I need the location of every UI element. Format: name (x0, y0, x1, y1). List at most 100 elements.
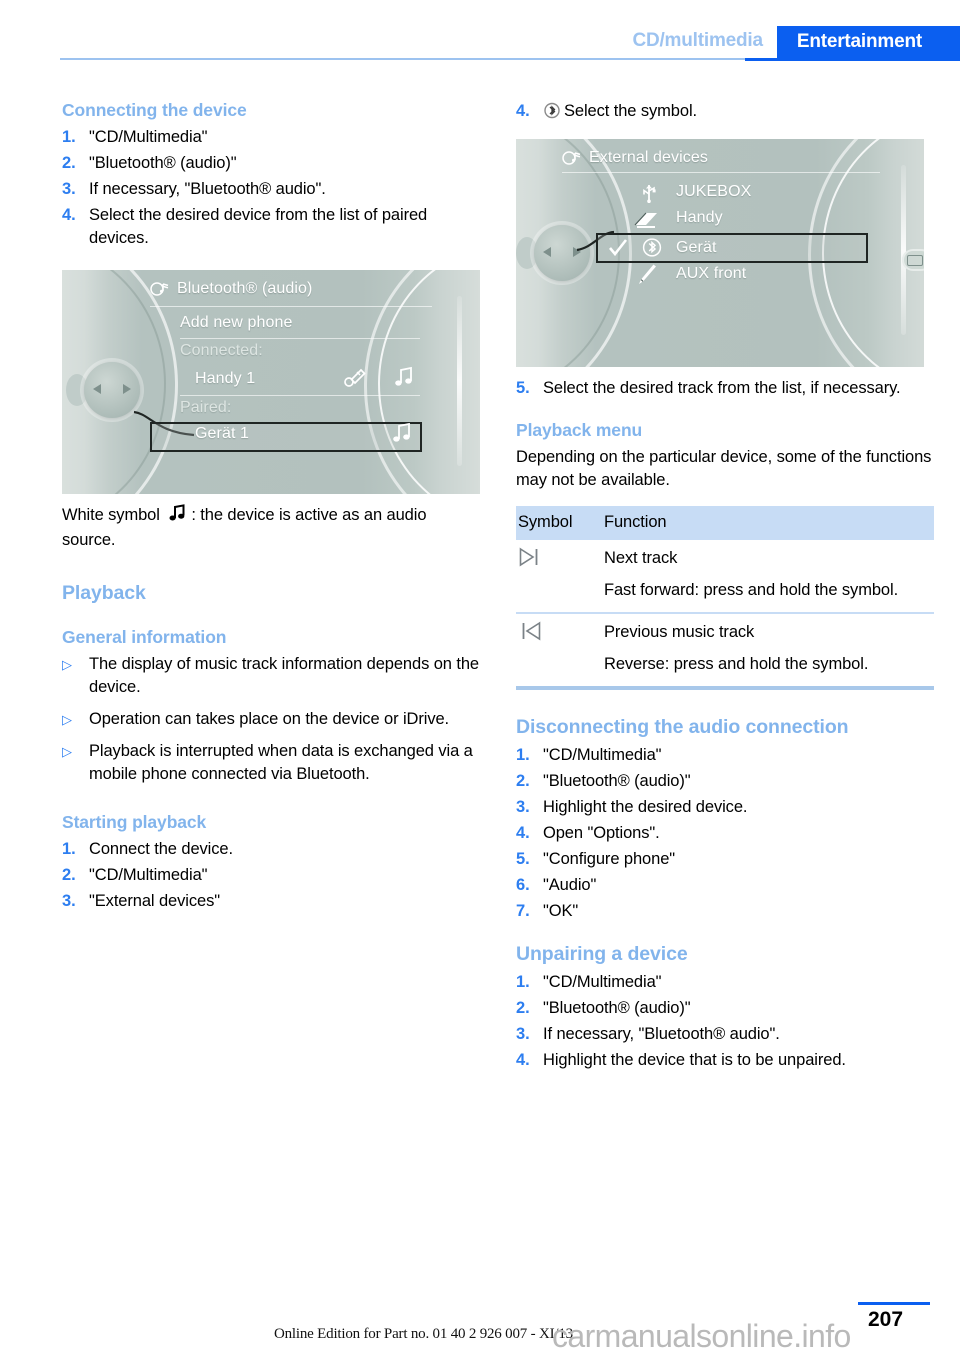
list-text: Select the desired device from the list … (89, 206, 428, 247)
list-text: "CD/Multimedia" (89, 866, 208, 884)
page-number: 207 (868, 1308, 904, 1331)
tab-entertainment[interactable]: Entertainment (776, 26, 960, 58)
screen-row-jukebox[interactable]: JUKEBOX (676, 183, 751, 201)
screen-row-geraet-1: Gerät 1 (195, 425, 250, 442)
heading-starting-playback: Starting playback (62, 812, 207, 832)
table-row: Previous music track Reverse: press and … (516, 613, 934, 688)
list-text: If necessary, "Bluetooth® audio". (89, 180, 326, 198)
usb-icon (643, 185, 656, 203)
list-text: "Bluetooth® (audio)" (89, 154, 237, 172)
list-number: 4. (516, 824, 530, 842)
table-head: Symbol Function (516, 506, 934, 540)
list-number: 2. (62, 154, 76, 172)
page-header: CD/multimedia Entertainment (0, 0, 960, 62)
list-text: "Configure phone" (543, 850, 676, 868)
list-item: 2. "Bluetooth® (audio)" (62, 152, 480, 175)
heading-connecting-the-device: Connecting the device (62, 100, 247, 120)
list-number: 1. (62, 840, 76, 858)
function-cell: Next track Fast forward: press and hold … (604, 540, 934, 613)
white-symbol-note-prefix: White symbol (62, 506, 160, 524)
list-item: ▷ Playback is interrupted when data is e… (62, 740, 480, 786)
list-number: 4. (62, 206, 76, 224)
list-text: "CD/Multimedia" (89, 128, 208, 146)
list-item: 3. If necessary, "Bluetooth® audio". (516, 1023, 934, 1046)
list-item: 1. "CD/Multimedia" (516, 744, 934, 767)
phone-connected-icon (344, 368, 366, 387)
list-item: 2. "CD/Multimedia" (62, 864, 480, 887)
list-text: Playback is interrupted when data is exc… (89, 742, 473, 783)
list-step-4: 4. Select the symbol. (516, 100, 934, 126)
screen-row-add-new-phone[interactable]: Add new phone (180, 314, 293, 332)
display-side-button[interactable] (902, 249, 924, 271)
screen-row-selected-geraet[interactable] (596, 233, 868, 263)
scroll-indicator (457, 296, 462, 466)
multimedia-icon (150, 282, 169, 296)
list-text: Operation can takes place on the device … (89, 710, 450, 728)
list-item: 3. "External devices" (62, 890, 480, 913)
function-line: Next track (604, 549, 678, 567)
scroll-indicator (901, 165, 906, 335)
function-cell: Previous music track Reverse: press and … (604, 613, 934, 688)
screen-title-divider (562, 172, 880, 173)
list-text: "CD/Multimedia" (543, 746, 662, 764)
bezel-arc-right-outer (364, 270, 480, 494)
screen-row-divider (180, 338, 420, 339)
list-general-information: ▷ The display of music track information… (62, 653, 480, 786)
list-item: 1. "CD/Multimedia" (62, 126, 480, 149)
screen-row-selected-geraet-1[interactable] (150, 422, 422, 452)
list-item: 3. Highlight the desired device. (516, 796, 934, 819)
tab-cd-multimedia[interactable]: CD/multimedia (632, 26, 776, 58)
list-text: Highlight the device that is to be unpai… (543, 1051, 846, 1069)
watermark: carmanualsonline.info (552, 1318, 851, 1354)
screenshot-external-devices: External devices JUKEBOX Handy Gerät AUX… (516, 139, 924, 367)
music-note-icon (395, 366, 412, 386)
list-number: 7. (516, 902, 530, 920)
list-number: 1. (516, 973, 530, 991)
white-symbol-note: White symbol : the device is active as a… (62, 504, 480, 552)
screen-row-handy-1[interactable]: Handy 1 (195, 370, 255, 388)
function-line: Fast forward: press and hold the symbol. (604, 581, 899, 599)
list-text: "Bluetooth® (audio)" (543, 772, 691, 790)
list-number: 5. (516, 850, 530, 868)
screen-row-aux-front[interactable]: AUX front (676, 265, 746, 283)
playback-menu-intro: Depending on the particular device, some… (516, 448, 932, 489)
heading-playback-menu: Playback menu (516, 420, 643, 440)
list-text: Select the symbol. (543, 100, 934, 126)
screen-row-divider (180, 395, 420, 396)
heading-playback: Playback (62, 582, 146, 604)
header-divider-accent (745, 58, 960, 61)
function-line: Previous music track (604, 623, 755, 641)
screen-row-handy[interactable]: Handy (676, 209, 723, 227)
page-footer: 207 Online Edition for Part no. 01 40 2 … (0, 1290, 960, 1362)
music-note-icon (393, 422, 410, 442)
playback-menu-table: Symbol Function Next track Fast forward:… (516, 506, 934, 690)
idrive-controller-knob[interactable] (534, 225, 590, 281)
bluetooth-icon (544, 102, 560, 126)
list-number: 1. (516, 746, 530, 764)
next-track-icon (516, 540, 604, 613)
list-number: 3. (62, 892, 76, 910)
list-item: 5. "Configure phone" (516, 848, 934, 871)
screen-title: Bluetooth® (audio) (150, 280, 312, 298)
table-header-row: Symbol Function (516, 506, 934, 540)
table-row: Next track Fast forward: press and hold … (516, 540, 934, 613)
list-unpairing-steps: 1. "CD/Multimedia" 2. "Bluetooth® (audio… (516, 971, 934, 1072)
list-item: ▷ The display of music track information… (62, 653, 480, 699)
multimedia-icon (562, 151, 581, 165)
list-item: 4. Highlight the device that is to be un… (516, 1049, 934, 1072)
list-text: "External devices" (89, 892, 220, 910)
list-text: The display of music track information d… (89, 655, 479, 696)
arrow-left-icon (93, 384, 101, 394)
screen-row-connected-label: Connected: (180, 342, 263, 359)
heading-unpairing-a-device: Unpairing a device (516, 943, 688, 965)
idrive-controller-knob[interactable] (84, 362, 140, 418)
list-text: "Audio" (543, 876, 597, 894)
list-number: 4. (516, 102, 530, 120)
list-item: 4. Select the symbol. (516, 100, 934, 126)
screen-row-geraet: Gerät (676, 239, 717, 256)
list-number: 3. (62, 180, 76, 198)
list-item: 2. "Bluetooth® (audio)" (516, 770, 934, 793)
screen-row-paired-label: Paired: (180, 399, 232, 416)
side-button-glyph (907, 255, 923, 266)
previous-track-icon (516, 613, 604, 688)
